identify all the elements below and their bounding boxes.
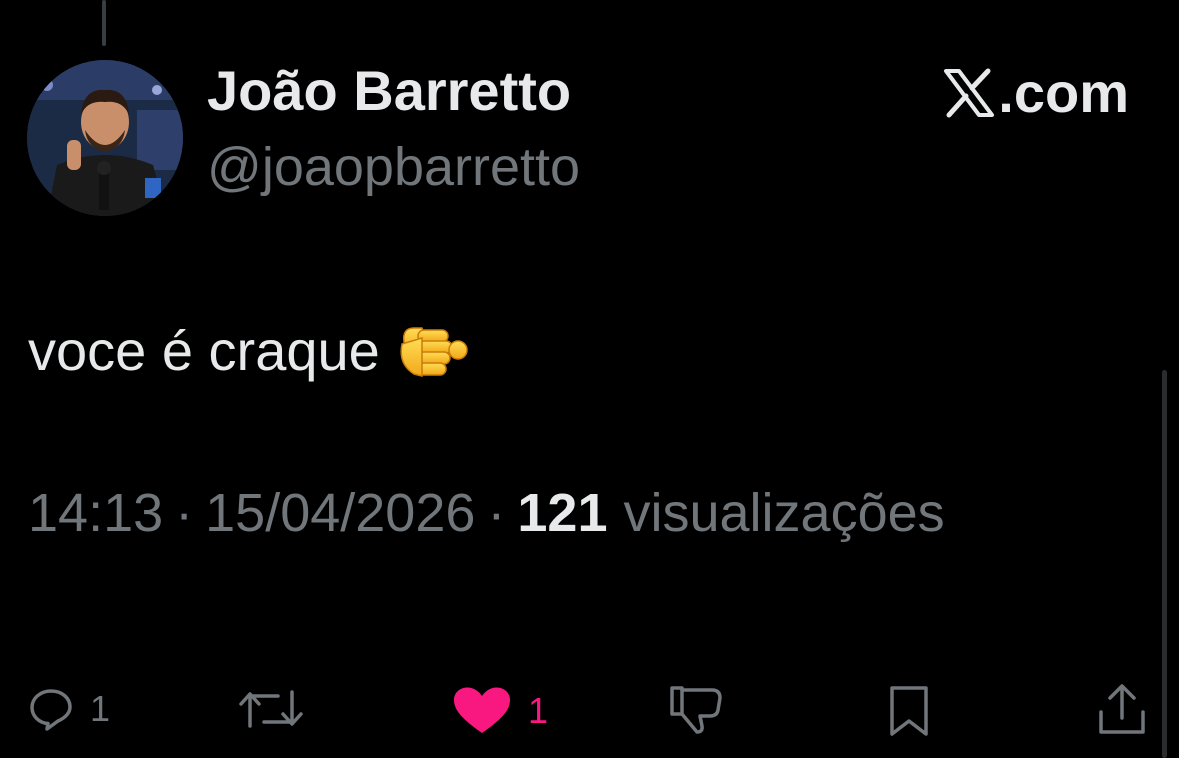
user-handle[interactable]: @joaopbarretto	[207, 136, 580, 198]
repost-button[interactable]	[238, 686, 304, 732]
reply-count: 1	[90, 688, 111, 729]
bookmark-button[interactable]	[886, 684, 932, 738]
brand-watermark: .com	[942, 60, 1129, 125]
avatar-image	[27, 60, 183, 216]
dislike-button[interactable]	[668, 684, 724, 736]
display-name[interactable]: João Barretto	[207, 58, 571, 123]
thread-connector-line	[102, 0, 106, 46]
action-bar: 1 1	[0, 680, 1179, 750]
separator-dot: ·	[175, 483, 194, 543]
tweet-meta: 14:13 · 15/04/2026 · 121 visualizações	[28, 482, 945, 544]
tweet-date[interactable]: 15/04/2026	[205, 482, 475, 544]
thumbs-down-icon	[670, 686, 722, 734]
avatar[interactable]	[27, 60, 183, 216]
reply-icon	[30, 689, 72, 731]
share-icon	[1099, 684, 1145, 734]
repost-icon	[239, 690, 303, 728]
tweet-text: voce é craque	[28, 318, 470, 383]
pointing-fist-emoji	[400, 326, 468, 377]
views-label[interactable]: visualizações	[623, 482, 944, 544]
like-button[interactable]: 1	[452, 686, 548, 736]
share-button[interactable]	[1096, 682, 1148, 738]
bookmark-icon	[890, 686, 928, 736]
brand-label: .com	[998, 61, 1129, 124]
views-count[interactable]: 121	[517, 482, 607, 544]
reply-button[interactable]: 1	[28, 686, 110, 732]
separator-dot: ·	[487, 483, 506, 543]
tweet-body: voce é craque	[28, 319, 380, 382]
x-logo-icon	[944, 68, 995, 117]
scrollbar[interactable]	[1162, 370, 1167, 758]
like-count: 1	[528, 690, 549, 731]
tweet-time[interactable]: 14:13	[28, 482, 163, 544]
heart-filled-icon	[454, 687, 510, 733]
